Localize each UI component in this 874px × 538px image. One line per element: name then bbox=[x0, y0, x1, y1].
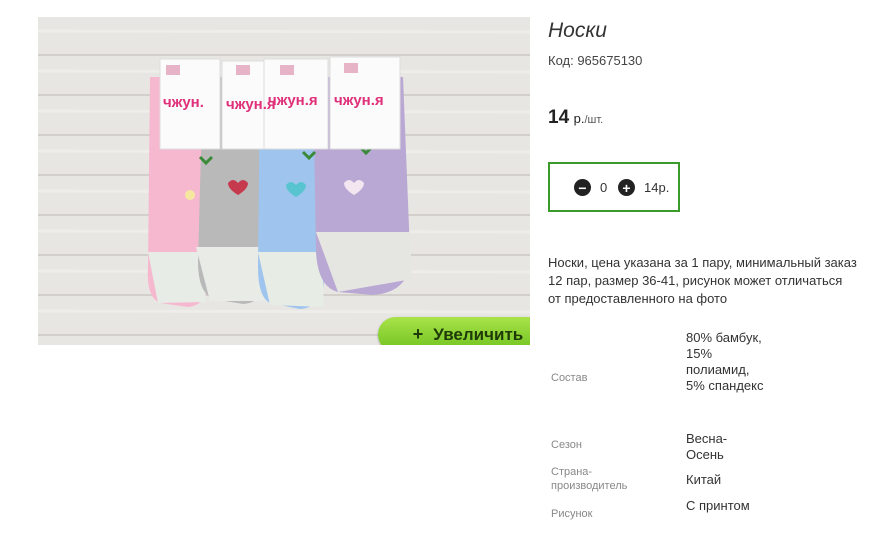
minus-circle-icon[interactable]: − bbox=[574, 179, 591, 196]
plus-circle-icon[interactable]: + bbox=[618, 179, 635, 196]
product-description: Носки, цена указана за 1 пару, минимальн… bbox=[548, 255, 857, 306]
quantity-value: 0 bbox=[600, 180, 608, 195]
quantity-total: 14р. bbox=[644, 180, 670, 195]
zoom-button[interactable]: + Увеличить bbox=[378, 317, 530, 345]
product-price: 14 р./шт. bbox=[548, 107, 603, 129]
zoom-label: Увеличить bbox=[433, 324, 524, 344]
spec-label-composition: Состав bbox=[551, 372, 588, 384]
product-code: Код: 965675130 bbox=[548, 53, 643, 68]
label-tag-text: чжун. bbox=[163, 94, 204, 111]
quantity-stepper: − 0 + 14р. bbox=[548, 162, 680, 212]
label-tag-text: чжун.я bbox=[334, 92, 384, 109]
product-title: Носки bbox=[548, 19, 607, 42]
spec-label-country: Страна-производитель bbox=[551, 466, 628, 492]
spec-label-pattern: Рисунок bbox=[551, 508, 593, 520]
price-unit: /шт. bbox=[584, 114, 604, 126]
price-value: 14 bbox=[548, 107, 570, 128]
plus-icon: + bbox=[412, 324, 424, 344]
label-tag-text: чжун.я bbox=[268, 92, 318, 109]
socks-photo: чжун. чжун.я чжун.я чжун.я bbox=[38, 17, 530, 345]
spec-value-pattern: С принтом bbox=[686, 498, 750, 513]
spec-value-country: Китай bbox=[686, 472, 722, 487]
spec-value-composition: 80% бамбук, 15% полиамид, 5% спандекс bbox=[686, 330, 764, 393]
spec-value-season: Весна-Осень bbox=[686, 431, 728, 462]
price-currency: р. bbox=[573, 111, 585, 126]
product-image[interactable]: чжун. чжун.я чжун.я чжун.я + Увеличить bbox=[38, 17, 530, 345]
spec-label-season: Сезон bbox=[551, 439, 582, 451]
